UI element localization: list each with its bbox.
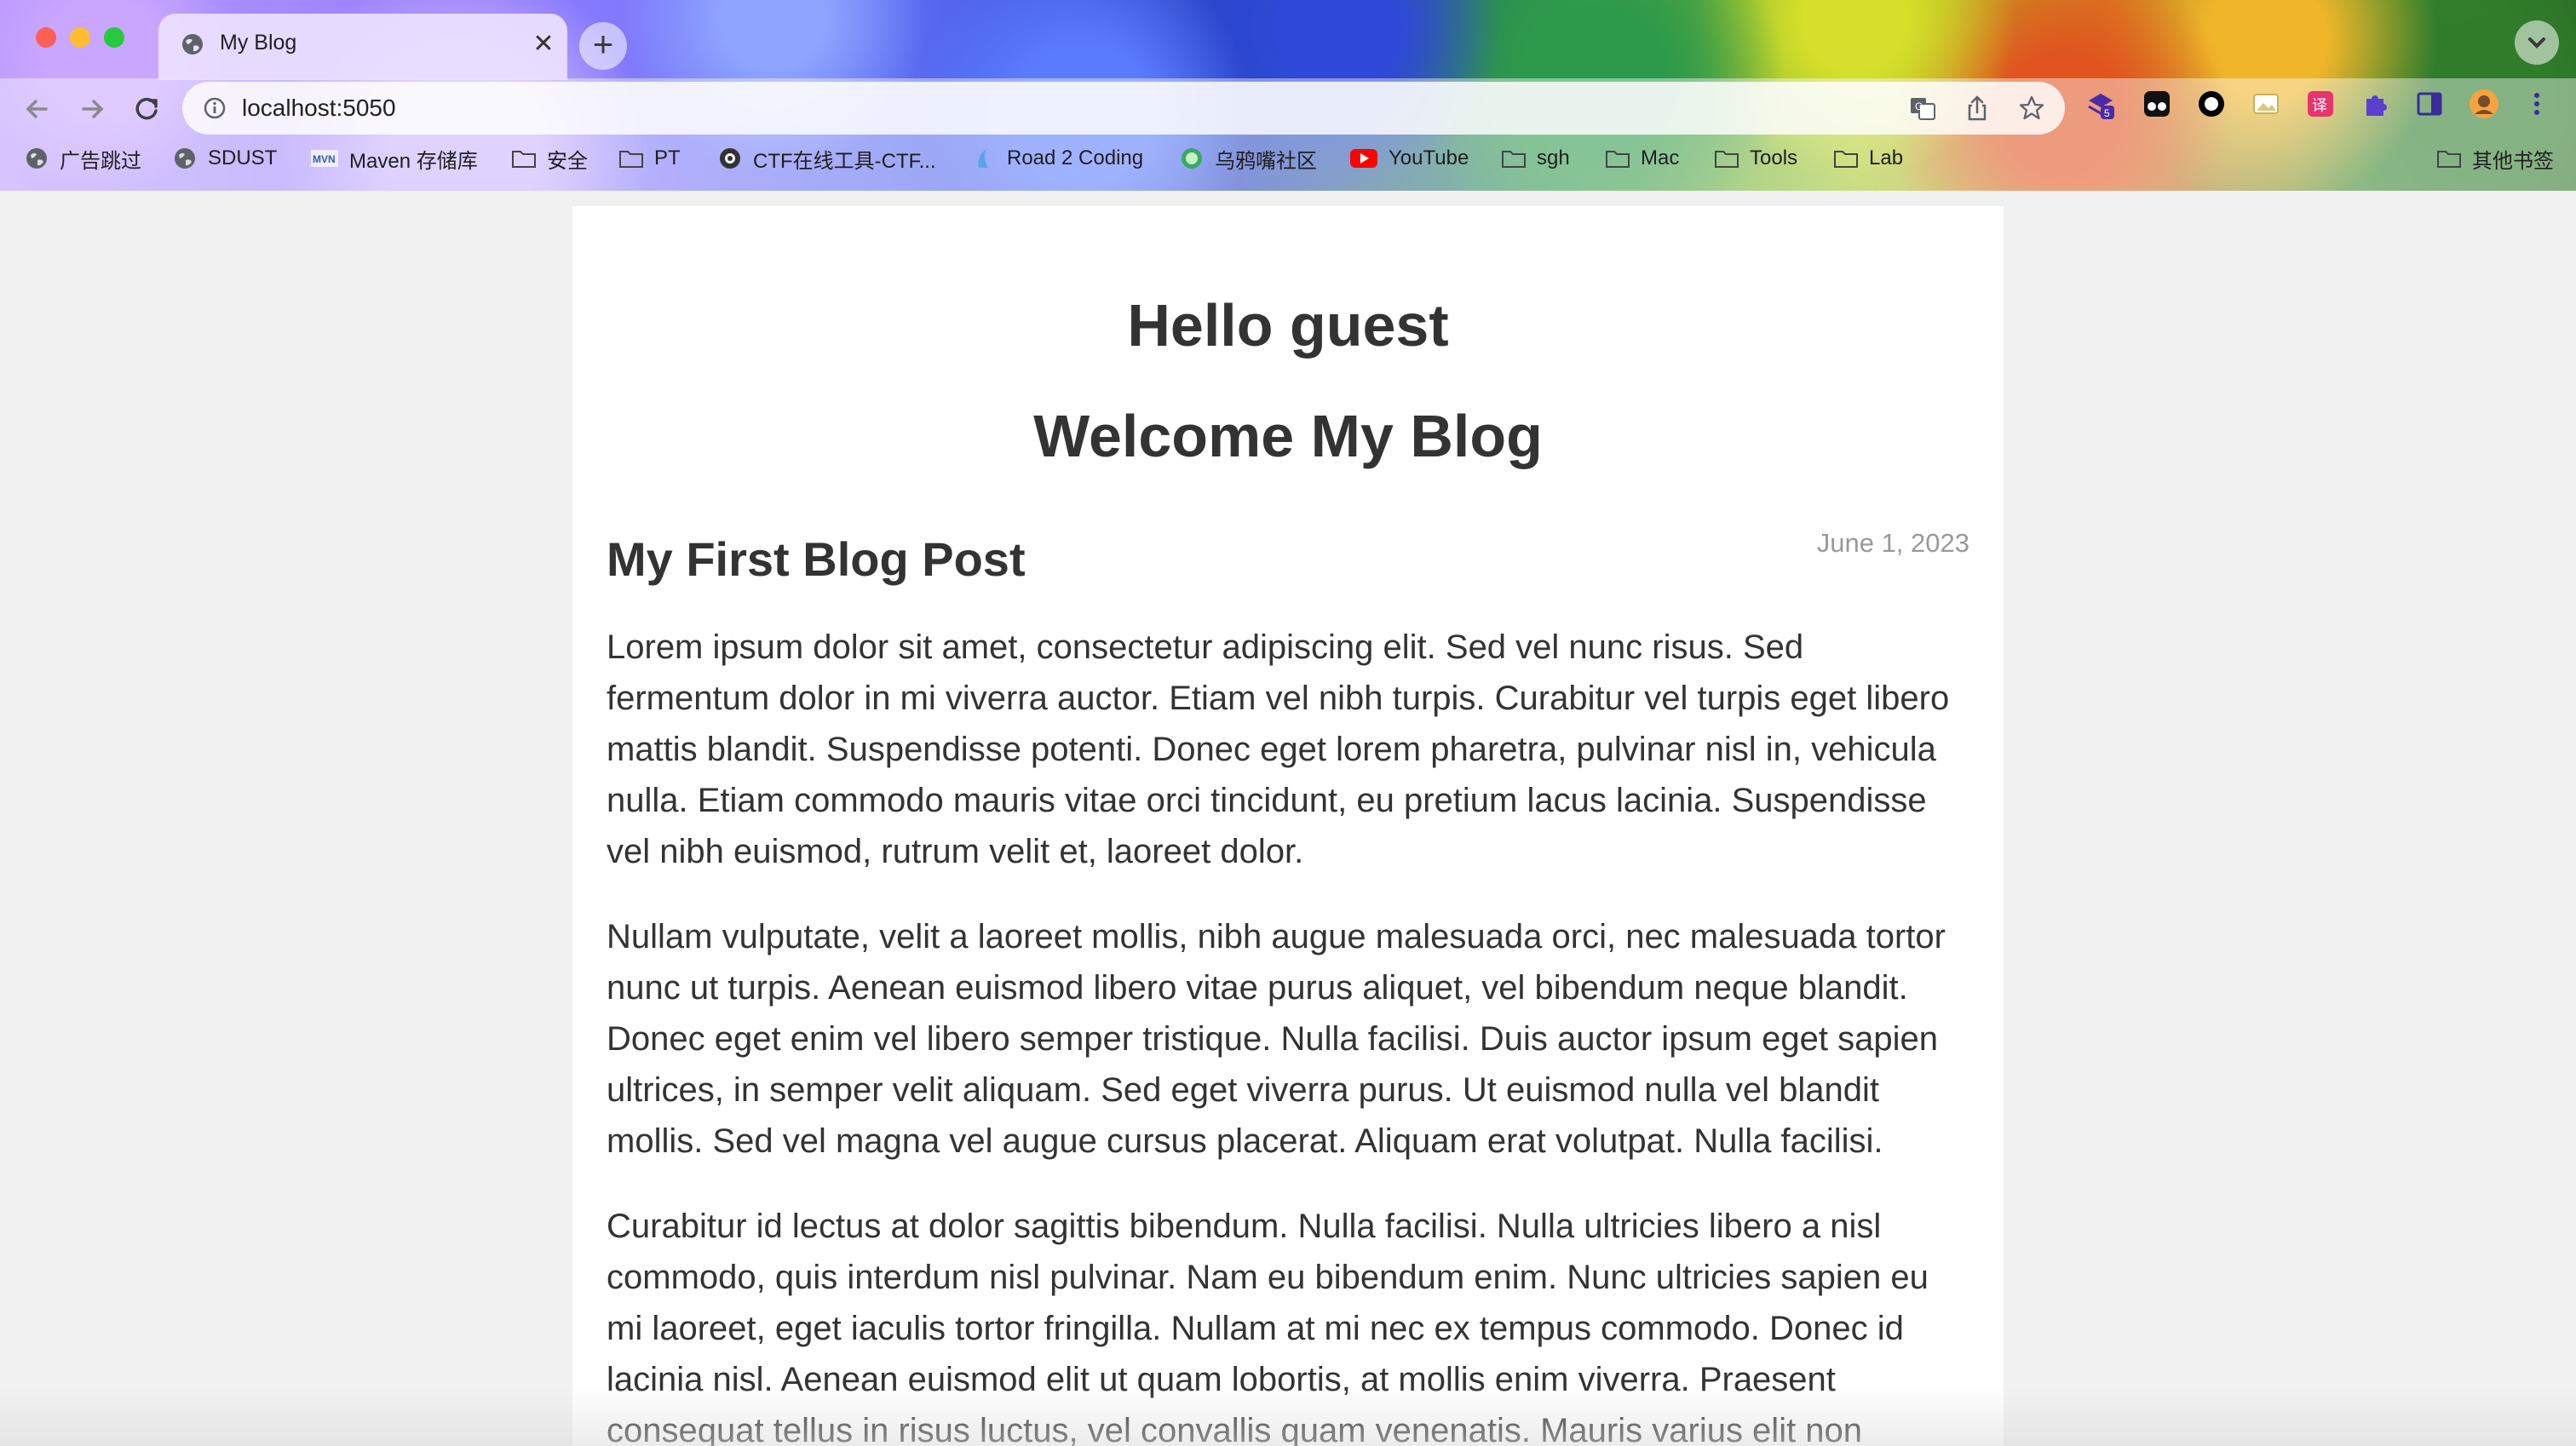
bookmark-label: CTF在线工具-CTF... xyxy=(753,149,936,173)
window-minimize-button[interactable] xyxy=(70,27,90,48)
bookmark-item[interactable]: YouTube xyxy=(1349,143,1469,174)
bookmark-item[interactable]: CTF在线工具-CTF... xyxy=(717,143,936,174)
tab-search-button[interactable] xyxy=(2515,20,2559,65)
blog-container: Hello guest Welcome My Blog My First Blo… xyxy=(572,206,2004,1446)
bookmark-item[interactable]: SDUST xyxy=(172,143,277,174)
chevron-down-icon xyxy=(2528,37,2545,49)
bookmark-folder[interactable]: Tools xyxy=(1714,143,1797,174)
ctf-icon xyxy=(720,148,740,169)
youtube-icon xyxy=(1350,149,1377,168)
bookmark-label: YouTube xyxy=(1389,146,1469,169)
translate-icon[interactable]: G xyxy=(1908,94,1937,123)
side-panel-icon[interactable] xyxy=(2414,89,2445,119)
other-bookmarks-folder[interactable]: 其他书签 xyxy=(2436,143,2554,174)
post-date: June 1, 2023 xyxy=(1816,528,1969,558)
reload-icon[interactable] xyxy=(126,89,167,129)
address-bar[interactable]: localhost:5050 G xyxy=(182,82,2065,135)
page-title: Welcome My Blog xyxy=(1033,403,1543,469)
site-info-icon[interactable] xyxy=(203,96,227,120)
mvn-icon: MVN xyxy=(311,150,338,167)
bookmark-label: Tools xyxy=(1750,146,1798,169)
translate-extension-icon[interactable]: 译 xyxy=(2305,89,2336,119)
folder-icon xyxy=(2437,151,2461,168)
folder-icon xyxy=(1606,151,1630,168)
page-viewport: Hello guest Welcome My Blog My First Blo… xyxy=(0,191,2576,1446)
svg-text:MVN: MVN xyxy=(313,153,336,165)
image-extension-icon[interactable] xyxy=(2251,89,2281,119)
post-title: My First Blog Post xyxy=(607,532,1026,586)
bookmark-label: Lab xyxy=(1869,146,1904,169)
url-text: localhost:5050 xyxy=(242,95,396,121)
extension-badge: 5 xyxy=(2104,107,2110,119)
share-icon[interactable] xyxy=(1963,94,1992,123)
post-paragraph: Nullam vulputate, velit a laoreet mollis… xyxy=(607,918,1946,1160)
greeting-heading: Hello guest xyxy=(1127,292,1449,359)
tampermonkey-icon[interactable] xyxy=(2142,89,2172,119)
bookmark-label: sgh xyxy=(1537,146,1570,169)
new-tab-button[interactable]: + xyxy=(579,22,627,70)
bookmark-item[interactable]: 广告跳过 xyxy=(24,143,141,174)
bookmark-folder[interactable]: sgh xyxy=(1501,143,1570,174)
post-paragraph: Lorem ipsum dolor sit amet, consectetur … xyxy=(607,628,1950,870)
bookmark-folder[interactable]: PT xyxy=(618,143,681,174)
bookmark-folder[interactable]: 安全 xyxy=(511,143,588,174)
bookmark-label: Mac xyxy=(1641,146,1680,169)
active-tab[interactable]: My Blog ✕ xyxy=(158,14,567,80)
bookmark-label: 安全 xyxy=(547,149,588,173)
bookmark-label: PT xyxy=(654,146,681,169)
browser-chrome: My Blog ✕ + localhost:5050 G 5 译 广告跳过 SD… xyxy=(0,0,2576,191)
window-close-button[interactable] xyxy=(36,27,56,48)
bookmark-item[interactable]: Road 2 Coding xyxy=(971,143,1143,174)
svg-text:译: 译 xyxy=(2312,97,2327,115)
bookmark-folder[interactable]: Lab xyxy=(1833,143,1903,174)
globe-icon xyxy=(26,148,47,169)
folder-icon xyxy=(1715,151,1739,168)
globe-icon xyxy=(175,148,195,169)
bookmark-label: 乌鸦嘴社区 xyxy=(1215,149,1317,173)
bookmark-label: 广告跳过 xyxy=(60,149,141,173)
road-icon xyxy=(978,149,988,168)
circle-extension-icon[interactable] xyxy=(2196,89,2227,119)
svg-text:G: G xyxy=(1915,100,1923,112)
avatar[interactable] xyxy=(2469,89,2499,119)
bookmark-label: SDUST xyxy=(208,146,278,169)
crow-icon xyxy=(1182,148,1202,169)
more-menu-icon[interactable] xyxy=(2521,89,2552,119)
bookmark-item[interactable]: MVN Maven 存储库 xyxy=(310,143,478,174)
folder-icon xyxy=(1834,151,1858,168)
back-arrow-icon[interactable] xyxy=(17,89,58,129)
other-bookmarks-label: 其他书签 xyxy=(2472,149,2554,173)
bookmark-label: Road 2 Coding xyxy=(1007,146,1144,169)
tab-close-icon[interactable]: ✕ xyxy=(526,26,561,63)
forward-arrow-icon[interactable] xyxy=(72,89,112,129)
folder-icon xyxy=(1502,151,1526,168)
puzzle-icon[interactable] xyxy=(2360,89,2390,119)
bookmark-label: Maven 存储库 xyxy=(349,149,478,173)
folder-icon xyxy=(512,151,536,168)
tab-title: My Blog xyxy=(220,31,297,55)
folder-icon xyxy=(619,151,643,168)
bottom-shadow xyxy=(0,1386,2576,1446)
bookmark-folder[interactable]: Mac xyxy=(1605,143,1679,174)
post-body: Lorem ipsum dolor sit amet, consectetur … xyxy=(607,622,1969,1446)
extension-stack-icon[interactable]: 5 xyxy=(2085,89,2116,119)
globe-icon xyxy=(182,34,203,55)
bookmark-item[interactable]: 乌鸦嘴社区 xyxy=(1179,143,1317,174)
window-zoom-button[interactable] xyxy=(104,27,124,48)
bookmark-star-icon[interactable] xyxy=(2017,94,2046,123)
